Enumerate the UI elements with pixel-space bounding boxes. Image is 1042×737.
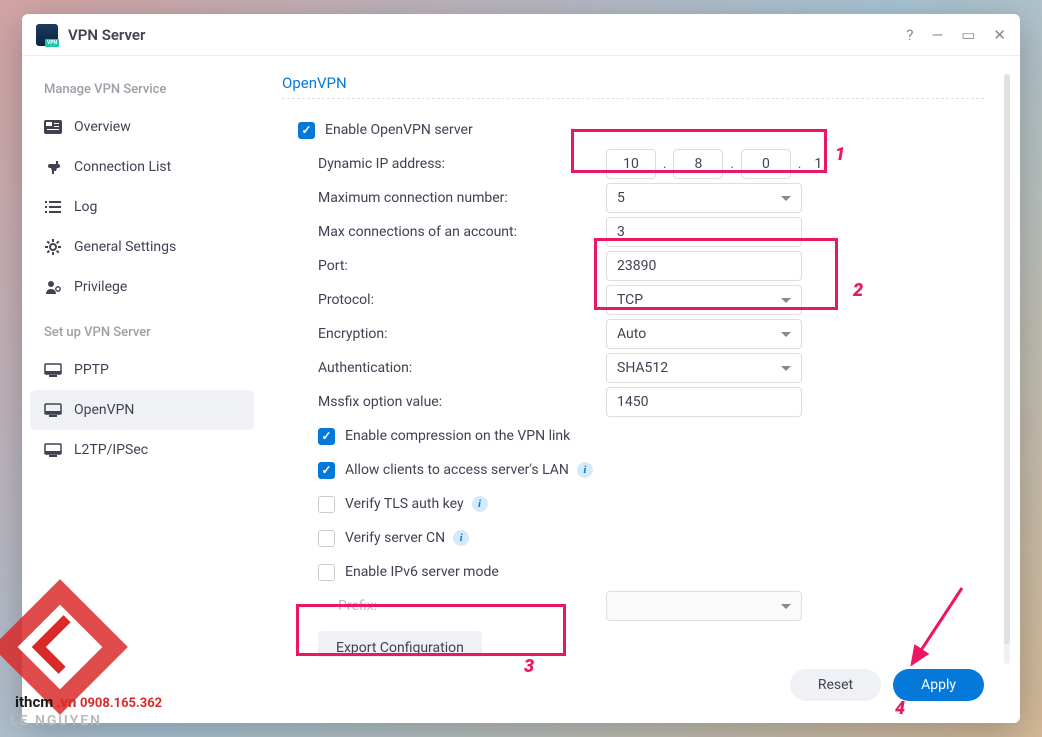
form-panel: OpenVPN Enable OpenVPN server Dynamic IP… [262,68,1012,657]
ip-group: . . . 1 [606,149,828,179]
maxconn-select[interactable]: 5 [606,183,802,213]
privilege-icon [44,279,62,295]
mssfix-label: Mssfix option value: [318,394,606,410]
sidebar-item-general-settings[interactable]: General Settings [30,227,254,267]
plug-icon [44,159,62,175]
export-button[interactable]: Export Configuration [318,631,482,657]
lan-label: Allow clients to access server's LAN [345,462,569,478]
ip-octet-1[interactable] [606,149,656,179]
compress-label: Enable compression on the VPN link [345,428,570,444]
sidebar: Manage VPN Service Overview Connection L… [22,56,262,723]
sidebar-item-pptp[interactable]: PPTP [30,350,254,390]
maxacct-input[interactable] [606,217,802,247]
gear-icon [44,239,62,255]
auth-select[interactable]: SHA512 [606,353,802,383]
sidebar-item-label: OpenVPN [74,402,134,418]
mssfix-input[interactable] [606,387,802,417]
sidebar-item-label: Log [74,199,97,215]
footer: Reset Apply [262,657,1012,717]
monitor-icon [44,442,62,458]
sidebar-header-setup: Set up VPN Server [30,317,254,350]
sidebar-item-l2tp[interactable]: L2TP/IPSec [30,430,254,470]
sidebar-item-log[interactable]: Log [30,187,254,227]
ip-octet-3[interactable] [741,149,791,179]
help-icon[interactable]: ? [906,26,913,44]
port-input[interactable] [606,251,802,281]
titlebar: VPN Server ? — ▭ ✕ [22,14,1020,56]
overview-icon [44,119,62,135]
ip-dot: . [795,157,804,172]
ip-label: Dynamic IP address: [318,156,606,172]
window-body: Manage VPN Service Overview Connection L… [22,56,1020,723]
encryption-select[interactable]: Auto [606,319,802,349]
apply-button[interactable]: Apply [893,669,984,701]
tls-label: Verify TLS auth key [345,496,464,512]
port-label: Port: [318,258,606,274]
sidebar-item-label: Privilege [74,279,127,295]
prefix-label: Prefix: [338,598,606,614]
info-icon[interactable]: i [577,462,593,478]
ip-dot: . [727,157,736,172]
ipv6-checkbox[interactable] [318,564,335,581]
cn-checkbox[interactable] [318,530,335,547]
monitor-icon [44,362,62,378]
app-window: VPN Server ? — ▭ ✕ Manage VPN Service Ov… [22,14,1020,723]
app-icon [36,24,58,46]
encryption-label: Encryption: [318,326,606,342]
sidebar-item-label: Connection List [74,159,171,175]
sidebar-item-connection-list[interactable]: Connection List [30,147,254,187]
maxconn-label: Maximum connection number: [318,190,606,206]
ipv6-label: Enable IPv6 server mode [345,564,499,580]
content-area: OpenVPN Enable OpenVPN server Dynamic IP… [262,56,1020,723]
ip-octet-2[interactable] [673,149,723,179]
scrollbar-thumb[interactable] [1004,74,1010,644]
maxacct-label: Max connections of an account: [318,224,606,240]
sidebar-item-privilege[interactable]: Privilege [30,267,254,307]
sidebar-item-label: L2TP/IPSec [74,442,148,458]
sidebar-item-overview[interactable]: Overview [30,107,254,147]
ip-dot: . [660,157,669,172]
info-icon[interactable]: i [453,530,469,546]
enable-checkbox[interactable] [298,122,315,139]
protocol-select[interactable]: TCP [606,285,802,315]
sidebar-item-label: General Settings [74,239,176,255]
compress-checkbox[interactable] [318,428,335,445]
monitor-icon [44,402,62,418]
info-icon[interactable]: i [472,496,488,512]
sidebar-item-label: Overview [74,119,131,135]
enable-label: Enable OpenVPN server [325,122,473,138]
window-controls: ? — ▭ ✕ [906,26,1006,44]
sidebar-item-label: PPTP [74,362,109,378]
ip-octet-4: 1 [808,156,828,172]
app-title: VPN Server [68,26,145,44]
sidebar-header-manage: Manage VPN Service [30,74,254,107]
auth-label: Authentication: [318,360,606,376]
close-icon[interactable]: ✕ [993,26,1006,44]
tls-checkbox[interactable] [318,496,335,513]
cn-label: Verify server CN [345,530,445,546]
prefix-select [606,591,802,621]
maximize-icon[interactable]: ▭ [961,26,975,44]
reset-button[interactable]: Reset [790,669,881,701]
sidebar-item-openvpn[interactable]: OpenVPN [30,390,254,430]
protocol-label: Protocol: [318,292,606,308]
section-title: OpenVPN [282,74,984,99]
minimize-icon[interactable]: — [932,26,944,44]
lan-checkbox[interactable] [318,462,335,479]
log-icon [44,199,62,215]
